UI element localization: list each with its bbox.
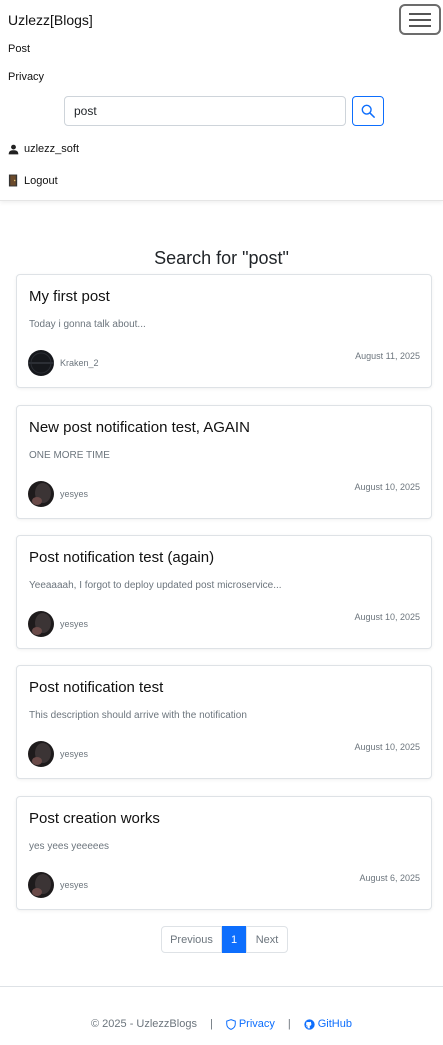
door-icon xyxy=(8,174,18,187)
page-1-button[interactable]: 1 xyxy=(222,926,246,953)
author-name[interactable]: yesyes xyxy=(60,619,88,629)
post-title[interactable]: Post notification test xyxy=(29,679,163,696)
author-name[interactable]: Kraken_2 xyxy=(60,358,99,368)
github-link[interactable]: GitHub xyxy=(304,1018,352,1030)
github-link-label: GitHub xyxy=(317,1018,352,1030)
copyright-text: © 2025 - UzlezzBlogs xyxy=(91,1018,197,1030)
privacy-link[interactable]: Privacy xyxy=(226,1018,275,1030)
shield-icon xyxy=(226,1018,236,1030)
nav-link-privacy[interactable]: Privacy xyxy=(8,71,44,83)
post-description: Yeeaaaah, I forgot to deploy updated pos… xyxy=(29,580,282,591)
github-icon xyxy=(304,1018,315,1030)
footer-separator: | xyxy=(287,1018,291,1030)
post-card[interactable]: Post creation works yes yees yeeeees yes… xyxy=(16,796,432,910)
post-title[interactable]: New post notification test, AGAIN xyxy=(29,419,250,436)
post-date: August 10, 2025 xyxy=(354,742,420,752)
pagination: Previous 1 Next xyxy=(161,926,288,953)
user-icon xyxy=(8,144,19,154)
post-description: Today i gonna talk about... xyxy=(29,319,146,330)
search-input[interactable] xyxy=(64,96,346,126)
footer: © 2025 - UzlezzBlogs | Privacy | GitHub xyxy=(0,986,443,1045)
nav-link-post[interactable]: Post xyxy=(8,43,30,55)
logout-label: Logout xyxy=(24,174,58,187)
post-description: This description should arrive with the … xyxy=(29,710,247,721)
author-name[interactable]: yesyes xyxy=(60,880,88,890)
post-description: yes yees yeeeees xyxy=(29,841,110,852)
post-date: August 10, 2025 xyxy=(354,482,420,492)
author-name[interactable]: yesyes xyxy=(60,749,88,759)
author-avatar xyxy=(28,741,54,767)
privacy-link-label: Privacy xyxy=(238,1018,275,1030)
hamburger-icon xyxy=(409,12,431,27)
footer-separator: | xyxy=(209,1018,213,1030)
post-description: ONE MORE TIME xyxy=(29,450,110,461)
post-date: August 11, 2025 xyxy=(355,351,420,361)
menu-toggle-button[interactable] xyxy=(399,4,441,35)
next-page-button[interactable]: Next xyxy=(246,926,288,953)
brand-link[interactable]: Uzlezz[Blogs] xyxy=(8,12,93,28)
logout-link[interactable]: Logout xyxy=(8,174,58,187)
author-name[interactable]: yesyes xyxy=(60,489,88,499)
post-title[interactable]: Post creation works xyxy=(29,810,160,827)
post-card[interactable]: Post notification test This description … xyxy=(16,665,432,779)
previous-page-button[interactable]: Previous xyxy=(161,926,222,953)
post-date: August 6, 2025 xyxy=(359,873,420,883)
user-profile-link[interactable]: uzlezz_soft xyxy=(8,143,79,155)
username-label: uzlezz_soft xyxy=(24,143,80,155)
post-title[interactable]: My first post xyxy=(29,288,110,305)
post-card[interactable]: My first post Today i gonna talk about..… xyxy=(16,274,432,388)
author-avatar xyxy=(28,872,54,898)
search-heading: Search for "post" xyxy=(154,248,289,268)
post-date: August 10, 2025 xyxy=(354,612,420,622)
post-card[interactable]: New post notification test, AGAIN ONE MO… xyxy=(16,405,432,519)
author-avatar xyxy=(28,350,54,376)
post-card[interactable]: Post notification test (again) Yeeaaaah,… xyxy=(16,535,432,649)
author-avatar xyxy=(28,611,54,637)
search-button[interactable] xyxy=(352,96,384,126)
author-avatar xyxy=(28,481,54,507)
post-title[interactable]: Post notification test (again) xyxy=(29,549,214,566)
search-icon xyxy=(361,104,375,118)
navbar: Uzlezz[Blogs] Post Privacy uzlezz_soft L… xyxy=(0,0,443,201)
